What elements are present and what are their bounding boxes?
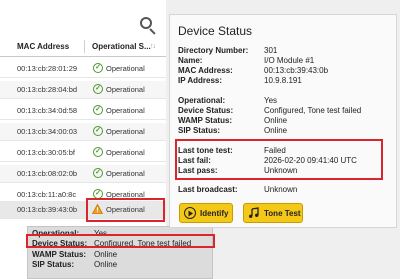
field-label: IP Address: <box>178 76 223 85</box>
field-label: WAMP Status: <box>178 116 233 125</box>
field-value: I/O Module #1 <box>264 56 315 65</box>
field-label: Name: <box>178 56 203 65</box>
column-divider[interactable] <box>84 40 85 53</box>
tone-test-highlight-frame <box>175 139 383 180</box>
tooltip-key: WAMP Status: <box>32 250 87 259</box>
mac-cell: 00:13:cb:34:00:03 <box>17 127 78 136</box>
field-label: MAC Address: <box>178 66 233 75</box>
tone-test-button[interactable]: Tone Test <box>243 203 303 223</box>
check-circle-icon: ✓ <box>93 126 103 136</box>
column-header-status[interactable]: Operational S... <box>92 42 151 51</box>
field-value: Unknown <box>264 185 298 194</box>
table-row[interactable]: 00:13:cb:34:00:03 ✓ Operational <box>0 123 166 141</box>
check-circle-icon: ✓ <box>93 84 103 94</box>
status-cell: Operational <box>106 169 145 178</box>
mac-cell: 00:13:cb:11:a0:8c <box>17 190 77 199</box>
status-cell: Operational <box>106 127 145 136</box>
table-row[interactable]: 00:13:cb:28:01:29 ✓ Operational <box>0 60 166 78</box>
field-label: Operational: <box>178 96 226 105</box>
tooltip-highlight-frame <box>26 234 215 248</box>
device-manager: MAC Address Operational S... ↑↓ 00:13:cb… <box>0 0 400 279</box>
check-circle-icon: ✓ <box>93 147 103 157</box>
field-value: 301 <box>264 46 278 55</box>
mac-cell: 00:13:cb:39:43:0b <box>17 205 78 214</box>
table-row[interactable]: 00:13:cb:28:04:bd ✓ Operational <box>0 81 166 99</box>
mac-cell: 00:13:cb:28:01:29 <box>17 64 78 73</box>
tooltip-key: SIP Status: <box>32 260 75 269</box>
mac-cell: 00:13:cb:28:04:bd <box>17 85 78 94</box>
table-header: MAC Address Operational S... ↑↓ <box>0 37 166 57</box>
identify-label: Identify <box>200 209 229 218</box>
field-label: Device Status: <box>178 106 234 115</box>
field-value: 00:13:cb:39:43:0b <box>264 66 329 75</box>
highlight-frame <box>86 198 165 222</box>
tooltip-value: Online <box>94 250 118 259</box>
status-cell: Operational <box>106 64 145 73</box>
status-cell: Operational <box>106 106 145 115</box>
search-icon[interactable] <box>140 17 158 35</box>
field-label: Directory Number: <box>178 46 249 55</box>
table-row[interactable]: 00:13:cb:08:02:0b ✓ Operational <box>0 165 166 183</box>
mac-cell: 00:13:cb:30:05:bf <box>17 148 75 157</box>
panel-title: Device Status <box>178 24 253 38</box>
field-value: Yes <box>264 96 278 105</box>
device-status-panel: Device Status Directory Number: 301 Name… <box>169 14 397 228</box>
mac-cell: 00:13:cb:34:0d:58 <box>17 106 78 115</box>
field-label: SIP Status: <box>178 126 221 135</box>
play-icon <box>184 207 196 219</box>
music-note-icon <box>248 207 260 219</box>
field-value: Online <box>264 116 288 125</box>
field-label: Last broadcast: <box>178 185 238 194</box>
column-header-mac[interactable]: MAC Address <box>17 42 69 51</box>
identify-button[interactable]: Identify <box>179 203 233 223</box>
mac-cell: 00:13:cb:08:02:0b <box>17 169 78 178</box>
status-cell: Operational <box>106 85 145 94</box>
field-value: Configured, Tone test failed <box>264 106 362 115</box>
field-value: Online <box>264 126 288 135</box>
status-cell: Operational <box>106 148 145 157</box>
tooltip-value: Online <box>94 260 118 269</box>
field-value: 10.9.8.191 <box>264 76 302 85</box>
table-row[interactable]: 00:13:cb:30:05:bf ✓ Operational <box>0 144 166 162</box>
check-circle-icon: ✓ <box>93 168 103 178</box>
check-circle-icon: ✓ <box>93 105 103 115</box>
tone-test-label: Tone Test <box>264 209 301 218</box>
sort-icon[interactable]: ↑↓ <box>150 43 156 50</box>
table-row[interactable]: 00:13:cb:34:0d:58 ✓ Operational <box>0 102 166 120</box>
check-circle-icon: ✓ <box>93 63 103 73</box>
